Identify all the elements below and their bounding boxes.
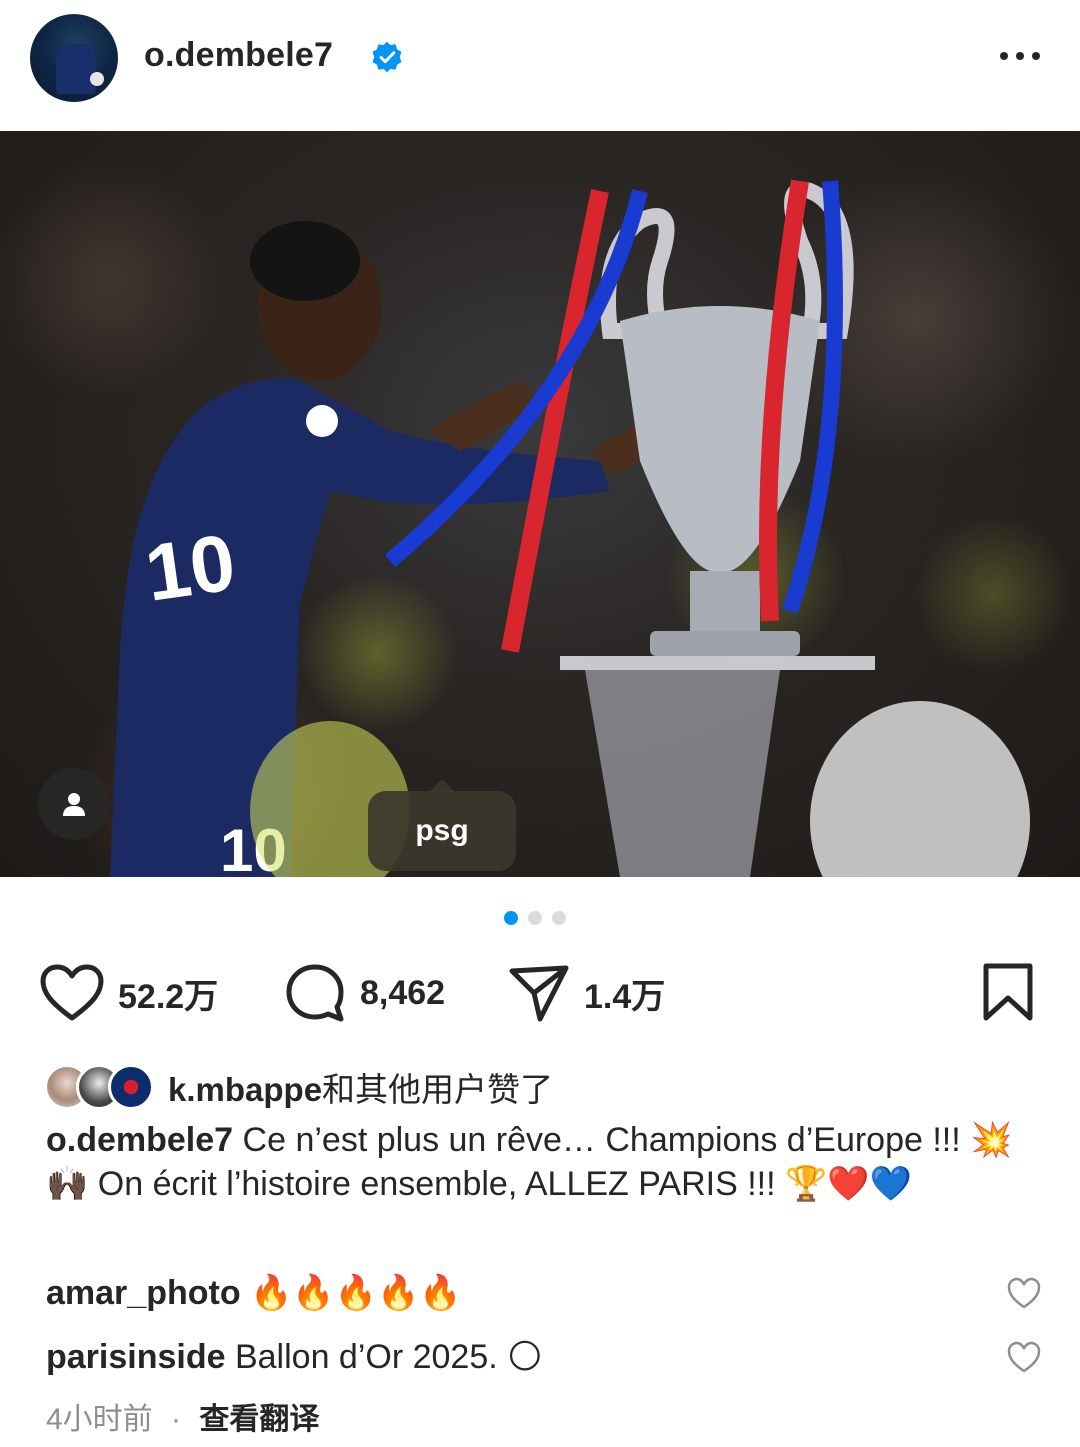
comment-username[interactable]: amar_photo	[46, 1274, 241, 1312]
comment-item: parisinside Ballon d’Or 2025. 🌕	[46, 1335, 1006, 1379]
heart-icon	[40, 964, 104, 1021]
liked-by-suffix: 和其他用户赞了	[322, 1071, 554, 1108]
send-icon	[509, 965, 569, 1022]
photo-scene: 10 10	[110, 179, 1030, 877]
comment-like-icon[interactable]	[1006, 1276, 1042, 1312]
more-dot-icon	[1000, 52, 1008, 60]
verified-badge-icon	[372, 41, 402, 73]
person-icon	[63, 793, 85, 816]
more-dot-icon	[1032, 52, 1040, 60]
carousel-dot	[552, 911, 566, 925]
trophy-stem	[690, 571, 760, 631]
post-meta: 4小时前 · 查看翻译	[46, 1394, 319, 1438]
like-count: 52.2万	[118, 977, 219, 1016]
ribbon-blue-left	[384, 189, 648, 568]
liked-by[interactable]: k.mbappe和其他用户赞了	[44, 1060, 553, 1114]
post-photo[interactable]: 10 10 psg	[0, 131, 1080, 877]
carousel-indicator	[504, 911, 566, 925]
avatar-jersey	[56, 44, 96, 94]
post-username[interactable]: o.dembele7	[144, 36, 333, 75]
comment-username[interactable]: parisinside	[46, 1338, 226, 1376]
comment-action[interactable]: 8,462	[284, 960, 445, 1026]
caption-username[interactable]: o.dembele7	[46, 1121, 233, 1159]
jersey-number-back: 10	[140, 517, 241, 618]
trophy-base	[650, 631, 800, 656]
comment-icon	[286, 964, 344, 1022]
post-time: 4小时前	[46, 1403, 153, 1436]
player-hair	[250, 221, 360, 301]
background-person	[810, 701, 1030, 877]
bookmark-icon[interactable]	[980, 962, 1036, 1022]
profile-avatar[interactable]	[30, 14, 118, 102]
trophy-stand-column	[585, 670, 780, 877]
trophy-cup	[620, 306, 820, 571]
liked-by-user[interactable]: k.mbappe	[168, 1071, 322, 1108]
liker-avatar-psg	[108, 1064, 154, 1110]
post-header: o.dembele7	[0, 0, 1080, 131]
comment-like-icon[interactable]	[1006, 1340, 1042, 1376]
comment-text: 🔥🔥🔥🔥🔥	[250, 1274, 462, 1312]
share-count: 1.4万	[584, 977, 666, 1016]
meta-separator: ·	[171, 1403, 182, 1436]
comment-item: amar_photo 🔥🔥🔥🔥🔥	[46, 1271, 1006, 1315]
carousel-dot	[528, 911, 542, 925]
liked-by-text: k.mbappe和其他用户赞了	[168, 1063, 553, 1111]
more-dot-icon	[1016, 52, 1024, 60]
avatar-ball	[90, 72, 104, 86]
post-caption: o.dembele7 Ce n’est plus un rêve… Champi…	[46, 1118, 1036, 1206]
user-tags-button[interactable]	[38, 768, 110, 840]
more-options-button[interactable]	[994, 44, 1046, 68]
carousel-dot-active	[504, 911, 518, 925]
share-action[interactable]: 1.4万	[508, 960, 665, 1026]
comment-text: Ballon d’Or 2025. 🌕	[234, 1338, 543, 1376]
ucl-sleeve-badge	[306, 405, 338, 437]
see-translation-button[interactable]: 查看翻译	[199, 1403, 319, 1436]
photo-tag-psg[interactable]: psg	[368, 779, 516, 871]
comment-count: 8,462	[360, 973, 446, 1012]
trophy-stand-top	[560, 656, 875, 670]
like-action[interactable]: 52.2万	[40, 960, 218, 1026]
